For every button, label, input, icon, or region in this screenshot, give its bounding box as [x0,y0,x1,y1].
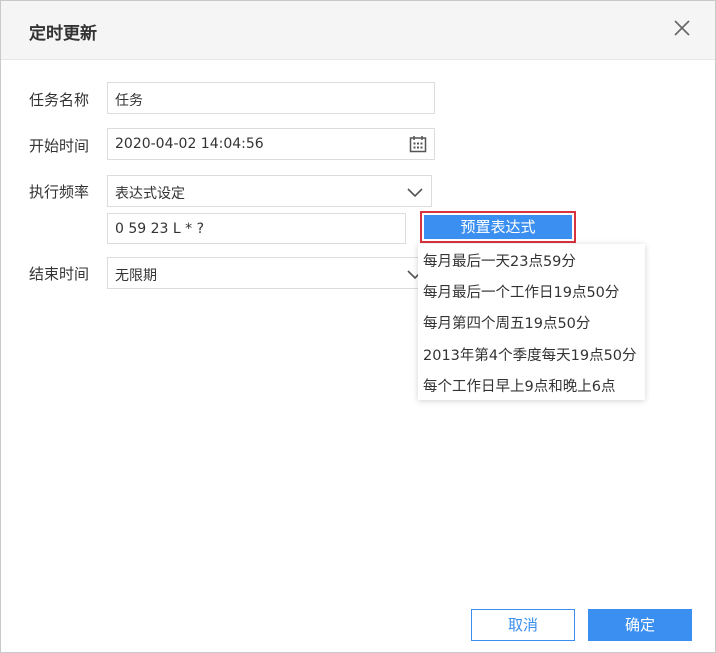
preset-expression-dropdown: 每月最后一天23点59分 每月最后一个工作日19点50分 每月第四个周五19点5… [418,244,645,400]
end-time-label: 结束时间 [29,265,90,283]
preset-option[interactable]: 每月第四个周五19点50分 [423,312,640,333]
close-icon[interactable] [671,17,693,39]
scheduled-update-dialog: 定时更新 任务名称 任务 开始时间 2020-04-02 14:04:56 执行… [0,0,716,653]
frequency-label: 执行频率 [29,183,90,201]
start-time-label: 开始时间 [29,137,90,155]
dialog-header: 定时更新 [1,1,715,60]
preset-option[interactable]: 每月最后一天23点59分 [423,250,640,271]
end-time-select[interactable]: 无限期 [107,257,432,289]
start-time-input[interactable]: 2020-04-02 14:04:56 [107,128,435,160]
start-time-value: 2020-04-02 14:04:56 [115,136,264,152]
preset-option[interactable]: 每个工作日早上9点和晚上6点 [423,375,640,396]
preset-expression-button-label: 预置表达式 [424,215,572,239]
frequency-select[interactable]: 表达式设定 [107,175,432,207]
task-name-input[interactable]: 任务 [107,82,435,114]
preset-expression-button[interactable]: 预置表达式 [420,211,576,243]
frequency-value: 表达式设定 [115,186,185,202]
calendar-icon[interactable] [409,135,427,157]
end-time-value: 无限期 [115,268,157,284]
cancel-button[interactable]: 取消 [471,609,575,641]
preset-option[interactable]: 2013年第4个季度每天19点50分 [423,344,640,365]
dialog-title: 定时更新 [29,24,97,44]
task-name-label: 任务名称 [29,91,90,109]
expression-value: 0 59 23 L * ? [115,221,205,237]
expression-input[interactable]: 0 59 23 L * ? [107,213,406,244]
chevron-down-icon [407,186,423,202]
task-name-value: 任务 [115,93,143,109]
confirm-button[interactable]: 确定 [588,609,692,641]
preset-option[interactable]: 每月最后一个工作日19点50分 [423,281,640,302]
